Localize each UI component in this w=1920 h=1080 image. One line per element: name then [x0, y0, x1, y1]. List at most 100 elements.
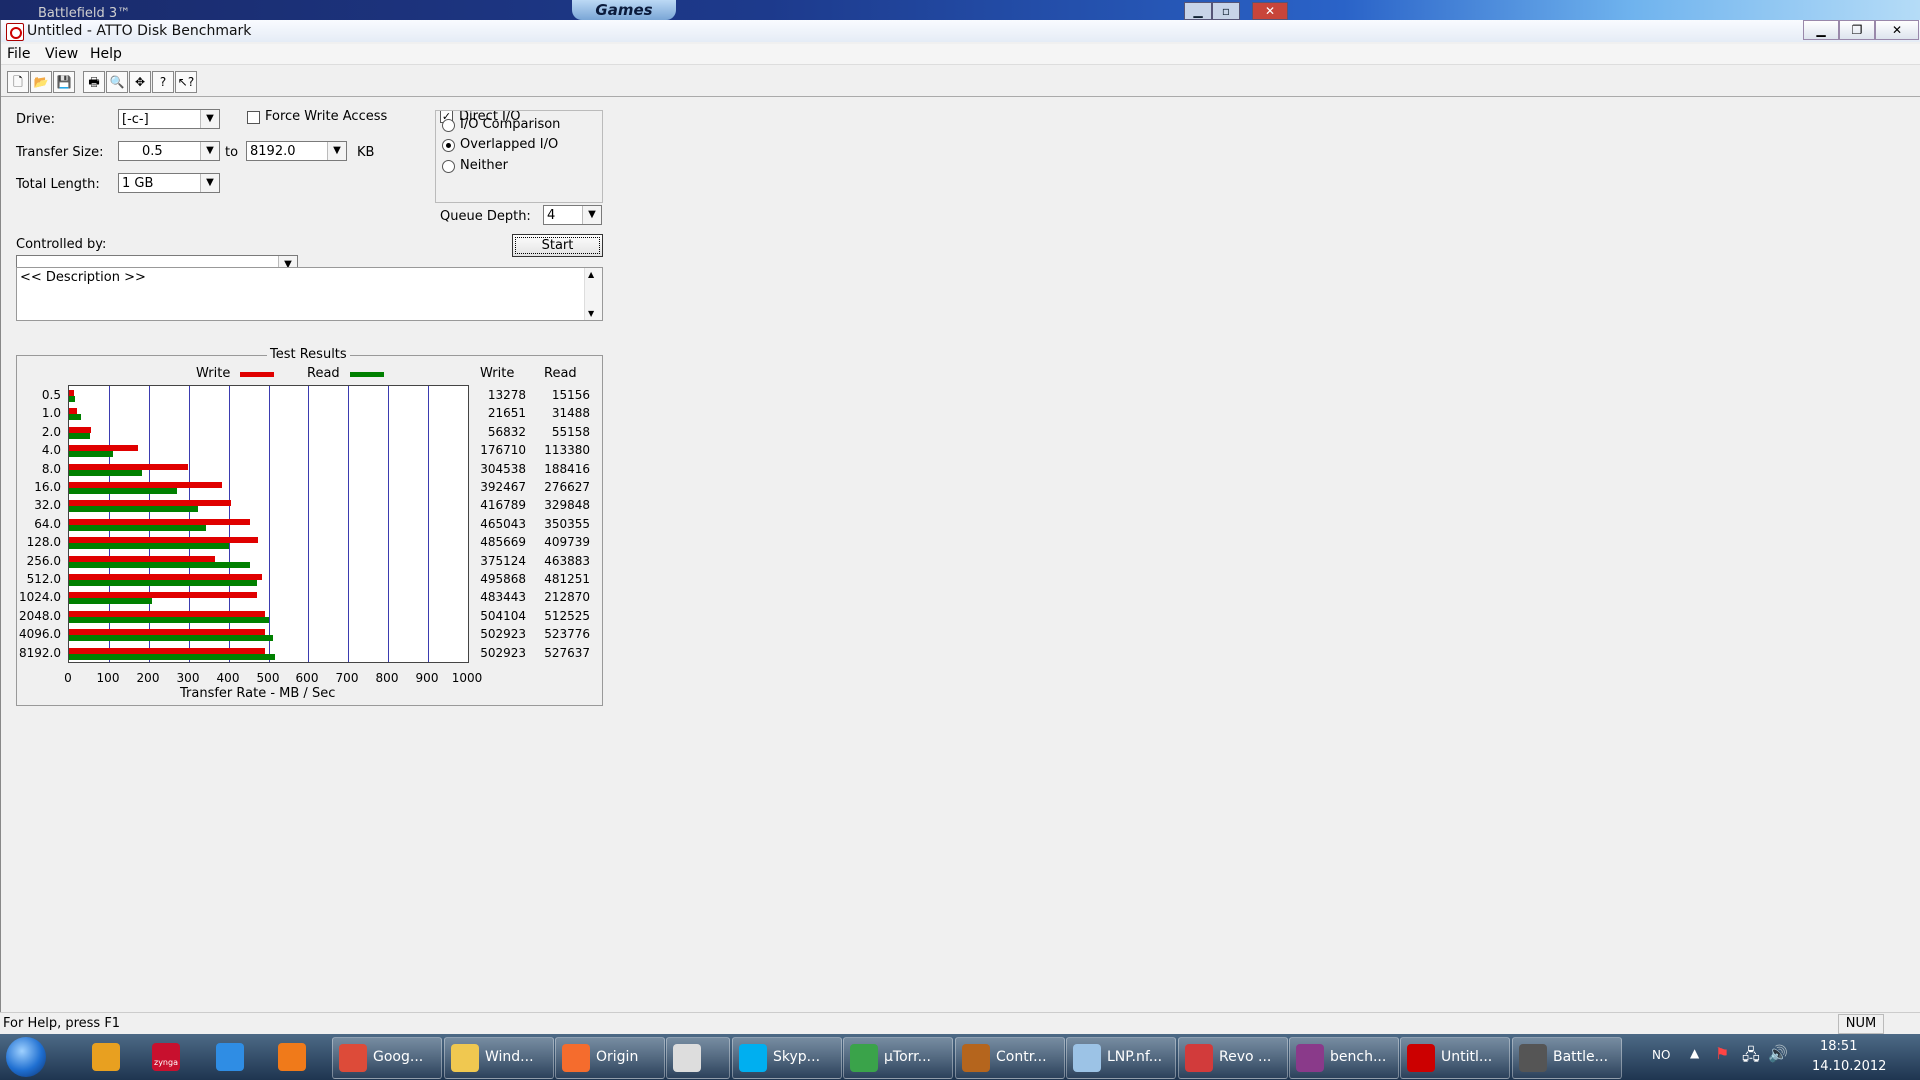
- taskbar-button-label: Wind...: [485, 1049, 534, 1065]
- network-icon[interactable]: 🖧: [1742, 1044, 1760, 1071]
- origin-icon: [562, 1044, 590, 1072]
- category-label: 8192.0: [19, 646, 61, 660]
- title-bar[interactable]: Untitled - ATTO Disk Benchmark ▁ ❐ ✕: [1, 20, 1920, 42]
- restore-icon[interactable]: ❐: [1839, 20, 1875, 40]
- media-player-pinned-button[interactable]: [270, 1038, 314, 1076]
- io-comparison-radio[interactable]: [442, 119, 455, 132]
- revo-icon: [1185, 1044, 1213, 1072]
- queue-depth-label: Queue Depth:: [440, 209, 531, 224]
- overlapped-io-radio[interactable]: [442, 139, 455, 152]
- explorer-icon: [451, 1044, 479, 1072]
- chevron-down-icon[interactable]: ▼: [327, 142, 346, 160]
- status-help-text: For Help, press F1: [3, 1016, 121, 1031]
- value-read: 212870: [544, 590, 590, 604]
- clock-date[interactable]: 14.10.2012: [1812, 1059, 1886, 1074]
- taskbar-button[interactable]: [666, 1037, 730, 1079]
- category-label: 1024.0: [19, 590, 61, 604]
- chevron-down-icon[interactable]: ▼: [200, 142, 219, 160]
- control-panel-icon: [962, 1044, 990, 1072]
- value-read: 188416: [544, 462, 590, 476]
- kb-label: KB: [357, 145, 375, 160]
- value-write: 502923: [480, 646, 526, 660]
- clock-time[interactable]: 18:51: [1820, 1039, 1857, 1054]
- skype-icon: [739, 1044, 767, 1072]
- print-preview-icon[interactable]: 🔍: [106, 71, 128, 93]
- taskbar-button-label: Revo ...: [1219, 1049, 1272, 1065]
- category-label: 128.0: [26, 535, 61, 549]
- description-text: << Description >>: [20, 270, 146, 285]
- bar-read: [69, 580, 257, 586]
- menu-bar: File View Help: [1, 44, 1920, 65]
- transfer-from-combo[interactable]: 0.5 ▼: [118, 141, 220, 161]
- open-icon[interactable]: 📂: [30, 71, 52, 93]
- taskbar-button[interactable]: Wind...: [444, 1037, 554, 1079]
- drive-combo[interactable]: [-c-] ▼: [118, 109, 220, 129]
- taskbar-button[interactable]: Origin: [555, 1037, 665, 1079]
- value-read: 481251: [544, 572, 590, 586]
- taskbar-button[interactable]: LNP.nf...: [1066, 1037, 1176, 1079]
- taskbar-button[interactable]: Goog...: [332, 1037, 442, 1079]
- save-icon[interactable]: 💾: [53, 71, 75, 93]
- bg-close-icon[interactable]: ✕: [1252, 2, 1288, 20]
- queue-depth-combo[interactable]: 4 ▼: [543, 205, 602, 225]
- value-read: 55158: [551, 425, 590, 439]
- ie-pinned-button[interactable]: [208, 1038, 252, 1076]
- print-icon[interactable]: 🖶: [83, 71, 105, 93]
- bar-read: [69, 433, 90, 439]
- start-orb-icon[interactable]: [6, 1037, 46, 1077]
- zynga-pinned-button[interactable]: zynga: [144, 1038, 188, 1076]
- description-box[interactable]: << Description >> ▲ ▼: [16, 267, 603, 321]
- taskbar-button-label: Skyp...: [773, 1049, 821, 1065]
- value-read: 463883: [544, 554, 590, 568]
- total-length-combo[interactable]: 1 GB ▼: [118, 173, 220, 193]
- menu-help[interactable]: Help: [90, 46, 122, 62]
- bg-minimize-icon[interactable]: ▁: [1184, 2, 1212, 20]
- menu-file[interactable]: File: [7, 46, 30, 62]
- read-column-header: Read: [544, 366, 577, 381]
- taskbar-button[interactable]: Skyp...: [732, 1037, 842, 1079]
- move-icon[interactable]: ✥: [129, 71, 151, 93]
- description-scrollbar[interactable]: ▲ ▼: [584, 268, 602, 320]
- gridline: [269, 386, 270, 662]
- chevron-down-icon[interactable]: ▼: [200, 110, 219, 128]
- x-tick-label: 1000: [451, 671, 483, 685]
- neither-radio[interactable]: [442, 160, 455, 173]
- new-icon[interactable]: 🗋: [7, 71, 29, 93]
- language-indicator[interactable]: NO: [1652, 1048, 1670, 1062]
- chevron-down-icon[interactable]: ▼: [200, 174, 219, 192]
- to-label: to: [225, 145, 239, 160]
- status-bar: For Help, press F1 NUM: [0, 1012, 1920, 1035]
- close-icon[interactable]: ✕: [1875, 20, 1919, 40]
- force-write-checkbox[interactable]: [247, 111, 260, 124]
- start-button[interactable]: Start: [512, 234, 603, 257]
- taskbar-button[interactable]: bench...: [1289, 1037, 1399, 1079]
- value-write: 483443: [480, 590, 526, 604]
- tools-pinned-button[interactable]: [84, 1038, 128, 1076]
- minimize-icon[interactable]: ▁: [1803, 20, 1839, 40]
- scroll-up-icon[interactable]: ▲: [588, 270, 594, 279]
- value-write: 21651: [487, 406, 526, 420]
- transfer-to-combo[interactable]: 8192.0 ▼: [246, 141, 347, 161]
- scroll-down-icon[interactable]: ▼: [588, 309, 594, 318]
- category-label: 2.0: [41, 425, 61, 439]
- taskbar-button[interactable]: µTorr...: [843, 1037, 953, 1079]
- taskbar-button[interactable]: Untitl...: [1400, 1037, 1510, 1079]
- games-tab[interactable]: Games: [572, 0, 676, 20]
- context-help-icon[interactable]: ↖?: [175, 71, 197, 93]
- chevron-down-icon[interactable]: ▼: [582, 206, 601, 224]
- category-label: 256.0: [26, 554, 61, 568]
- help-icon[interactable]: ?: [152, 71, 174, 93]
- tray-expand-icon[interactable]: ▲: [1690, 1046, 1699, 1060]
- volume-icon[interactable]: 🔊: [1768, 1044, 1788, 1063]
- taskbar-button[interactable]: Battle...: [1512, 1037, 1622, 1079]
- menu-view[interactable]: View: [45, 46, 78, 62]
- value-read: 409739: [544, 535, 590, 549]
- x-tick-label: 500: [256, 671, 280, 685]
- taskbar-button[interactable]: Contr...: [955, 1037, 1065, 1079]
- action-center-icon[interactable]: ⚑: [1715, 1044, 1729, 1063]
- gridline: [348, 386, 349, 662]
- transfer-size-label: Transfer Size:: [16, 145, 104, 160]
- bg-maximize-icon[interactable]: ▫: [1212, 2, 1240, 20]
- value-read: 523776: [544, 627, 590, 641]
- taskbar-button[interactable]: Revo ...: [1178, 1037, 1288, 1079]
